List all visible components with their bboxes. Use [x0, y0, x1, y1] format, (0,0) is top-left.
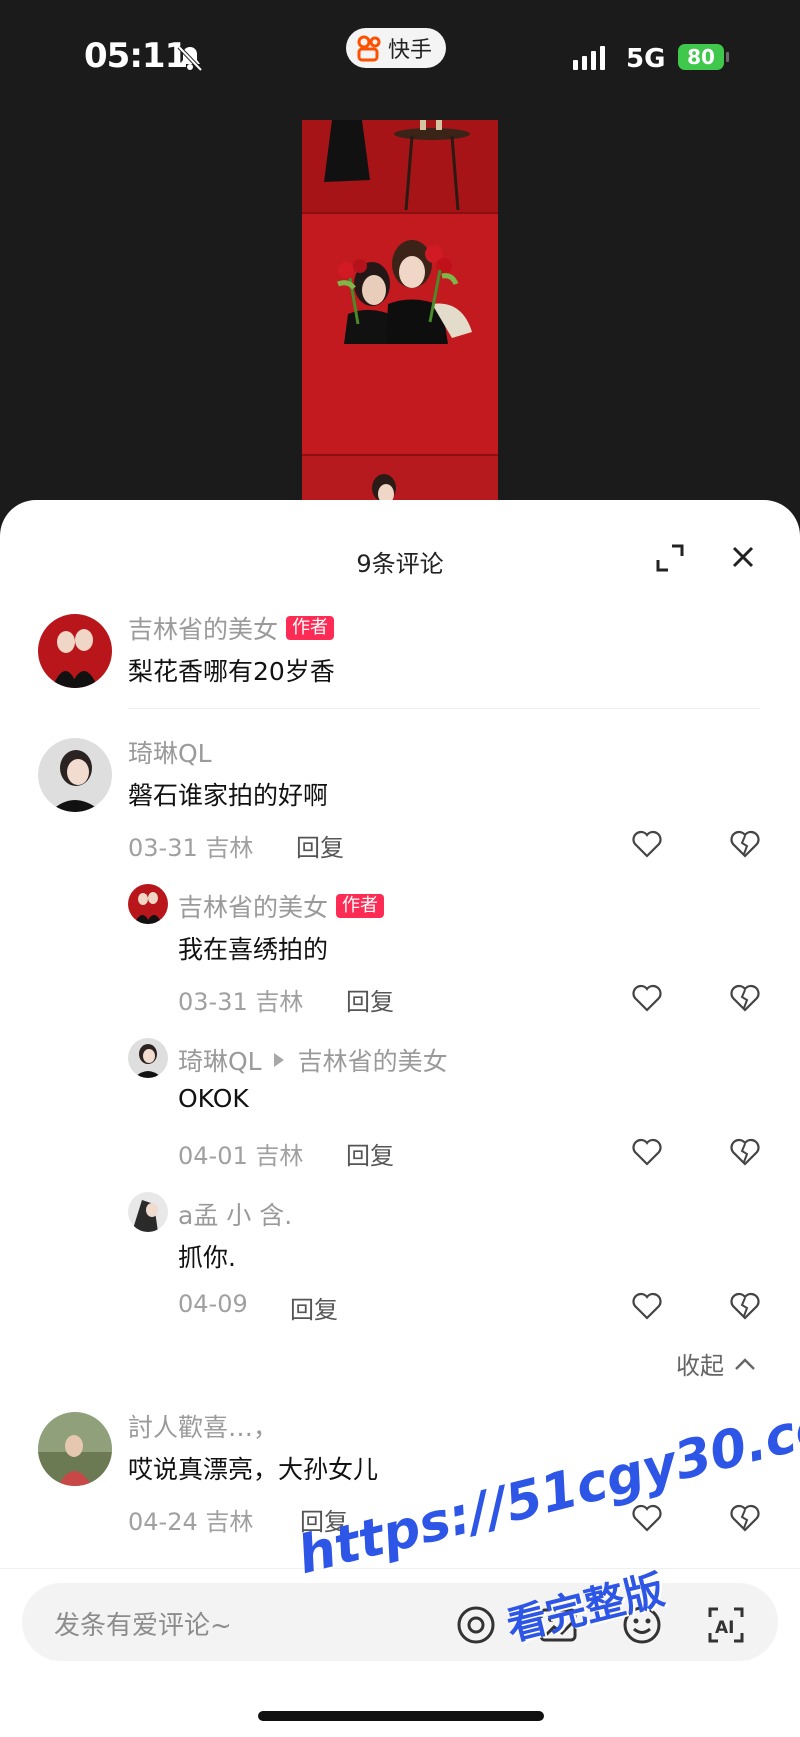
username-text[interactable]: 吉林省的美女	[178, 888, 328, 924]
comment-date-location: 03-31 吉林	[178, 988, 304, 1016]
comment-username[interactable]: 討人歡喜…，	[128, 1408, 278, 1444]
comment-input-placeholder[interactable]: 发条有爱评论~	[54, 1605, 232, 1642]
avatar[interactable]	[38, 614, 112, 688]
username-text[interactable]: 討人歡喜…，	[128, 1408, 278, 1444]
comment-text[interactable]: 磐石谁家拍的好啊	[128, 776, 328, 812]
photo-frame-top	[302, 120, 498, 212]
dislike-heart-icon[interactable]	[730, 1292, 760, 1320]
expand-icon[interactable]	[654, 542, 686, 574]
comment-date-location: 04-24 吉林	[128, 1508, 254, 1536]
photo-frame-middle	[302, 212, 498, 466]
reply-button[interactable]: 回复	[346, 982, 394, 1017]
username-text[interactable]: a孟 小 含.	[178, 1196, 292, 1232]
comment-date-location: 03-31 吉林	[128, 834, 254, 862]
avatar[interactable]	[38, 738, 112, 812]
app-badge[interactable]: 快手	[346, 28, 447, 68]
comment-username[interactable]: 琦琳QL 吉林省的美女	[178, 1042, 448, 1078]
username-text[interactable]: 吉林省的美女	[128, 610, 278, 646]
dislike-heart-icon[interactable]	[730, 984, 760, 1012]
like-heart-icon[interactable]	[632, 1504, 662, 1532]
reply-button[interactable]: 回复	[290, 1290, 338, 1325]
author-badge: 作者	[286, 616, 335, 640]
comment-username[interactable]: a孟 小 含.	[178, 1196, 292, 1232]
network-type: 5G	[626, 44, 666, 74]
reply-item: a孟 小 含. 抓你. 04-09 回复	[0, 1192, 800, 1325]
username-text[interactable]: 琦琳QL	[128, 734, 212, 770]
reply-item: 琦琳QL 吉林省的美女 OKOK 04-01 吉林 回复	[0, 1038, 800, 1171]
reply-arrow-icon	[273, 1053, 284, 1067]
collapse-label[interactable]: 收起	[676, 1346, 724, 1381]
dislike-heart-icon[interactable]	[730, 830, 760, 858]
like-heart-icon[interactable]	[632, 984, 662, 1012]
signal-icon	[573, 46, 605, 70]
comment-item: 琦琳QL 磐石谁家拍的好啊 03-31 吉林 回复	[0, 734, 800, 864]
home-indicator[interactable]	[258, 1711, 544, 1721]
table-scene	[324, 120, 470, 211]
comment-text[interactable]: OKOK	[178, 1084, 249, 1113]
divider	[128, 708, 760, 709]
comment-date-location: 04-01 吉林	[178, 1142, 304, 1170]
comment-text[interactable]: 抓你.	[178, 1238, 236, 1274]
video-thumbnail[interactable]	[302, 120, 498, 520]
like-heart-icon[interactable]	[632, 1138, 662, 1166]
dislike-heart-icon[interactable]	[730, 1504, 760, 1532]
comment-text[interactable]: 哎说真漂亮，大孙女儿	[128, 1450, 378, 1486]
comment-text[interactable]: 梨花香哪有20岁香	[128, 652, 335, 688]
dislike-heart-icon[interactable]	[730, 1138, 760, 1166]
svg-text:AI: AI	[715, 1618, 734, 1638]
username-text[interactable]: 琦琳QL	[178, 1042, 262, 1078]
comment-username[interactable]: 吉林省的美女 作者	[128, 610, 335, 646]
like-heart-icon[interactable]	[632, 830, 662, 858]
ai-icon[interactable]: AI	[706, 1605, 746, 1645]
portrait-scene	[337, 240, 472, 344]
comment-username[interactable]: 吉林省的美女 作者	[178, 888, 385, 924]
like-heart-icon[interactable]	[632, 1292, 662, 1320]
mention-icon[interactable]	[456, 1605, 496, 1645]
reply-to-username[interactable]: 吉林省的美女	[298, 1042, 448, 1078]
reply-button[interactable]: 回复	[346, 1136, 394, 1171]
comment-input-bar: 发条有爱评论~ AI	[0, 1568, 800, 1737]
avatar[interactable]	[128, 1038, 168, 1078]
close-icon[interactable]	[728, 542, 758, 572]
kuaishou-logo-icon	[357, 35, 381, 62]
chevron-up-icon	[735, 1357, 755, 1370]
battery-level: 80	[678, 44, 729, 70]
app-name: 快手	[388, 38, 433, 63]
reply-button[interactable]: 回复	[296, 828, 344, 863]
avatar[interactable]	[128, 1192, 168, 1232]
status-time: 05:11	[84, 36, 188, 76]
status-bar: 05:11 快手 5G 80	[0, 0, 800, 110]
comment-username[interactable]: 琦琳QL	[128, 734, 212, 770]
avatar[interactable]	[128, 884, 168, 924]
avatar[interactable]	[38, 1412, 112, 1486]
mute-bell-icon	[177, 45, 203, 72]
comment-date: 04-09	[178, 1290, 248, 1318]
comment-text[interactable]: 我在喜绣拍的	[178, 930, 328, 966]
reply-item: 吉林省的美女 作者 我在喜绣拍的 03-31 吉林 回复	[0, 884, 800, 1017]
collapse-replies-button[interactable]: 收起	[676, 1346, 756, 1381]
author-badge: 作者	[336, 894, 385, 918]
comment-item: 吉林省的美女 作者 梨花香哪有20岁香	[0, 610, 800, 720]
